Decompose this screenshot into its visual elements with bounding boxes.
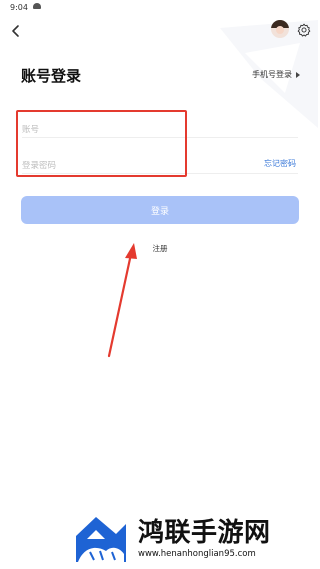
phone-login-link[interactable]: 手机号登录 (252, 69, 300, 80)
forgot-password-link[interactable]: 忘记密码 (264, 158, 296, 169)
login-button[interactable]: 登录 (21, 196, 299, 224)
avatar[interactable] (271, 20, 289, 38)
gear-icon[interactable] (297, 23, 311, 37)
page-title: 账号登录 (21, 67, 82, 85)
phone-login-label: 手机号登录 (252, 70, 292, 79)
register-link[interactable]: 注册 (0, 243, 320, 254)
watermark-name: 鸿联手游网 (138, 518, 271, 548)
watermark-logo (76, 517, 126, 562)
status-bar: 9:04 (0, 0, 320, 16)
watermark-url: www.henanhonglian95.com (138, 549, 256, 559)
status-time: 9:04 (10, 3, 28, 12)
chevron-right-icon (296, 71, 300, 78)
annotation-highlight-box (16, 110, 187, 177)
back-arrow-icon[interactable] (8, 23, 24, 39)
android-icon (33, 3, 41, 9)
annotation-arrow (107, 243, 137, 358)
